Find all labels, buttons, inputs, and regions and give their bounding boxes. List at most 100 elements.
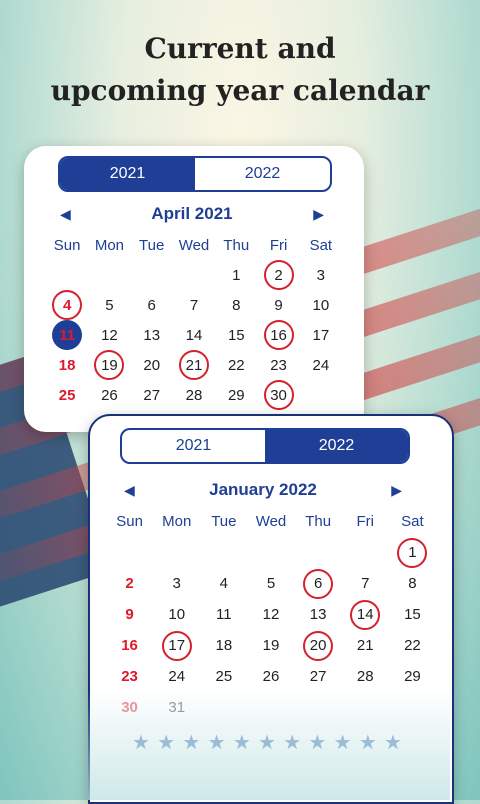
day-cell[interactable]: 5 — [88, 290, 130, 320]
day-cell[interactable]: 15 — [215, 320, 257, 350]
day-cell[interactable]: 9 — [106, 599, 153, 630]
day-cell[interactable]: 5 — [247, 568, 294, 599]
day-cell[interactable]: 1 — [389, 537, 436, 568]
day-cell[interactable]: 6 — [131, 290, 173, 320]
day-cell[interactable]: 29 — [389, 661, 436, 692]
day-cell[interactable]: 29 — [215, 380, 257, 410]
day-number: 12 — [101, 326, 118, 344]
chevron-left-icon[interactable]: ◀ — [124, 482, 135, 499]
day-cell[interactable]: 28 — [173, 380, 215, 410]
day-cell[interactable]: 15 — [389, 599, 436, 630]
day-cell[interactable]: 30 — [257, 380, 299, 410]
day-number: 4 — [52, 290, 83, 320]
star-icon: ★ — [358, 732, 377, 754]
day-number: 10 — [312, 296, 330, 314]
day-cell[interactable]: 26 — [247, 661, 294, 692]
empty-cell — [300, 380, 342, 410]
day-cell[interactable]: 20 — [131, 350, 173, 380]
day-cell[interactable]: 21 — [173, 350, 215, 380]
day-cell[interactable]: 1 — [215, 260, 257, 290]
day-number — [52, 260, 82, 290]
tab-2021[interactable]: 2021 — [122, 430, 265, 462]
day-number: 18 — [58, 356, 76, 374]
day-cell[interactable]: 10 — [153, 599, 200, 630]
day-cell[interactable]: 24 — [153, 661, 200, 692]
day-cell[interactable]: 19 — [88, 350, 130, 380]
day-cell[interactable]: 6 — [295, 568, 342, 599]
tab-2022[interactable]: 2022 — [195, 158, 330, 190]
day-cell[interactable]: 25 — [46, 380, 88, 410]
day-cell[interactable]: 13 — [131, 320, 173, 350]
day-cell[interactable]: 22 — [215, 350, 257, 380]
day-cell[interactable]: 3 — [153, 568, 200, 599]
day-number: 17 — [312, 326, 330, 344]
day-cell[interactable]: 11 — [200, 599, 247, 630]
day-cell[interactable]: 9 — [257, 290, 299, 320]
tab-2022[interactable]: 2022 — [265, 430, 408, 462]
day-cell[interactable]: 2 — [106, 568, 153, 599]
day-number: 27 — [309, 668, 327, 685]
chevron-left-icon[interactable]: ◀ — [60, 206, 71, 223]
day-cell[interactable]: 7 — [173, 290, 215, 320]
day-cell[interactable]: 14 — [342, 599, 389, 630]
day-cell[interactable]: 2 — [257, 260, 299, 290]
day-cell[interactable]: 19 — [247, 630, 294, 661]
day-number: 6 — [147, 296, 156, 314]
day-cell[interactable]: 25 — [200, 661, 247, 692]
day-number: 12 — [262, 606, 280, 623]
day-cell[interactable]: 17 — [153, 630, 200, 661]
day-cell[interactable]: 16 — [257, 320, 299, 350]
day-number: 9 — [125, 606, 134, 623]
day-number: 21 — [356, 637, 374, 654]
tab-2021[interactable]: 2021 — [60, 158, 195, 190]
day-cell[interactable]: 4 — [46, 290, 88, 320]
weekday-header: Fri — [356, 513, 375, 530]
day-cell[interactable]: 18 — [46, 350, 88, 380]
day-number: 14 — [350, 599, 381, 630]
empty-cell — [247, 537, 294, 568]
day-number — [115, 538, 145, 568]
day-cell[interactable]: 28 — [342, 661, 389, 692]
day-cell[interactable]: 23 — [257, 350, 299, 380]
day-cell[interactable]: 23 — [106, 661, 153, 692]
day-cell[interactable]: 24 — [300, 350, 342, 380]
day-cell[interactable]: 22 — [389, 630, 436, 661]
day-number: 23 — [121, 668, 138, 685]
star-row: ★ ★ ★ ★ ★ ★ ★ ★ ★ ★ ★ — [132, 730, 402, 755]
day-cell[interactable]: 3 — [300, 260, 342, 290]
star-icon: ★ — [157, 732, 176, 754]
day-cell[interactable]: 27 — [295, 661, 342, 692]
day-cell[interactable]: 21 — [342, 630, 389, 661]
day-cell[interactable]: 20 — [295, 630, 342, 661]
day-cell[interactable]: 16 — [106, 630, 153, 661]
day-cell[interactable]: 8 — [215, 290, 257, 320]
empty-cell — [295, 537, 342, 568]
month-nav: ◀ April 2021 ▶ — [60, 204, 324, 224]
day-cell[interactable]: 7 — [342, 568, 389, 599]
day-number: 24 — [168, 668, 186, 685]
day-cell[interactable]: 11 — [46, 320, 88, 350]
day-cell[interactable]: 26 — [88, 380, 130, 410]
day-number: 18 — [215, 637, 233, 654]
star-icon: ★ — [384, 732, 402, 754]
day-number: 23 — [270, 356, 287, 374]
day-number: 9 — [274, 296, 283, 314]
day-number: 7 — [189, 296, 199, 314]
day-cell[interactable]: 4 — [200, 568, 247, 599]
chevron-right-icon[interactable]: ▶ — [313, 206, 324, 223]
day-cell[interactable]: 18 — [200, 630, 247, 661]
day-cell[interactable]: 13 — [295, 599, 342, 630]
day-cell[interactable]: 14 — [173, 320, 215, 350]
day-cell[interactable]: 8 — [389, 568, 436, 599]
day-cell[interactable]: 12 — [88, 320, 130, 350]
day-cell[interactable]: 12 — [247, 599, 294, 630]
day-number — [94, 260, 124, 290]
day-cell[interactable]: 27 — [131, 380, 173, 410]
day-cell[interactable]: 10 — [300, 290, 342, 320]
star-icon: ★ — [207, 732, 226, 754]
chevron-right-icon[interactable]: ▶ — [391, 482, 402, 499]
day-cell[interactable]: 17 — [300, 320, 342, 350]
day-number — [162, 538, 192, 568]
star-icon: ★ — [283, 732, 302, 754]
day-number: 3 — [316, 266, 326, 284]
